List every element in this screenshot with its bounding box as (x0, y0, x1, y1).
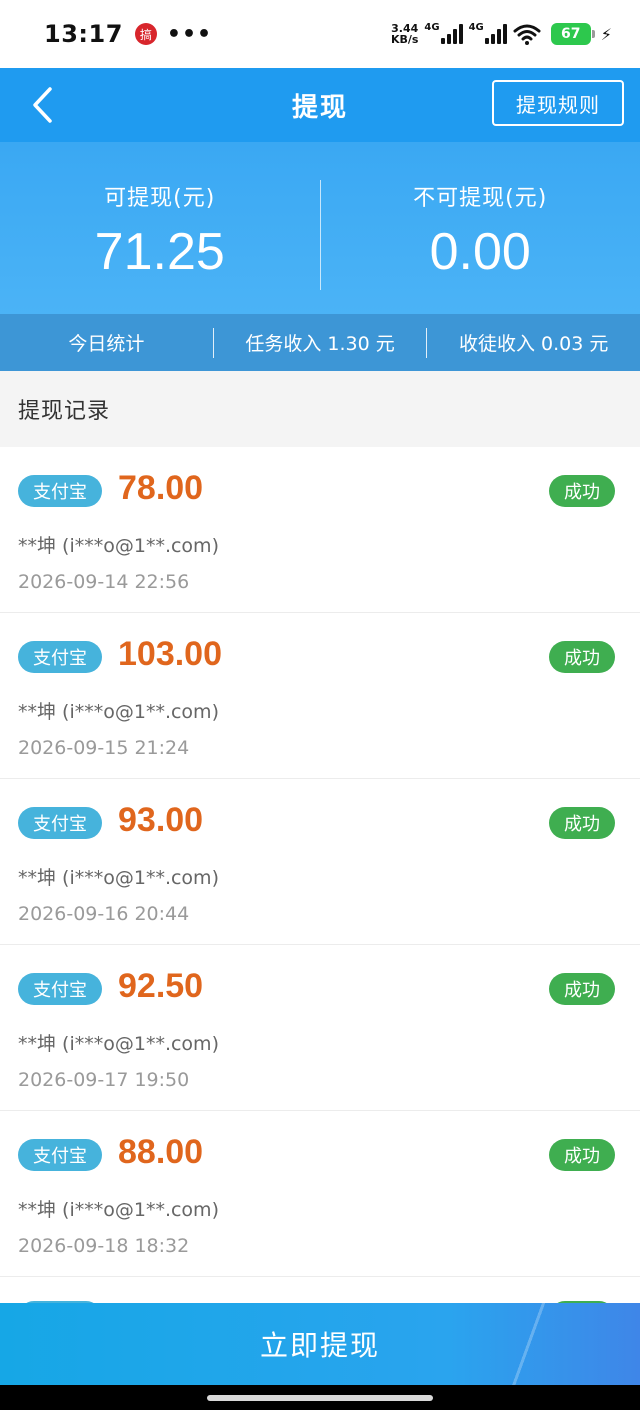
status-time: 13:17 (44, 20, 123, 48)
available-balance-value: 71.25 (94, 223, 225, 281)
record-amount: 92.50 (118, 967, 204, 1005)
record-date: 2026-09-15 21:24 (18, 737, 190, 759)
record-status-badge: 成功 (549, 641, 615, 673)
status-bar: 13:17 搞 ••• 3.44 KB/s 4G 4G 67 ⚡ (0, 0, 640, 68)
record-date: 2026-09-14 22:56 (18, 571, 190, 593)
home-indicator[interactable] (207, 1395, 433, 1401)
payment-method-badge: 支付宝 (18, 475, 102, 507)
today-stats-label: 今日统计 (68, 333, 145, 355)
record-amount: 88.00 (118, 1133, 204, 1171)
more-notifications-icon: ••• (166, 21, 213, 47)
chevron-left-icon (33, 87, 52, 123)
sim1-signal: 4G (424, 22, 463, 44)
unavailable-balance-label: 不可提现(元) (413, 186, 548, 211)
records-header: 提现记录 (0, 371, 640, 447)
available-balance: 可提现(元) 71.25 (0, 142, 320, 314)
payment-method-badge: 支付宝 (18, 973, 102, 1005)
unavailable-balance: 不可提现(元) 0.00 (321, 142, 640, 314)
record-status-badge: 成功 (549, 475, 615, 507)
system-gesture-bar (0, 1385, 640, 1410)
record-item[interactable]: 支付宝 78.00 成功 **坤 (i***o@1**.com) 2026-09… (0, 447, 640, 613)
battery-level: 67 (561, 26, 581, 42)
signal-strength-icon (484, 24, 507, 44)
withdraw-records-list: 支付宝 78.00 成功 **坤 (i***o@1**.com) 2026-09… (0, 447, 640, 1317)
unavailable-balance-value: 0.00 (429, 223, 531, 281)
record-item[interactable]: 支付宝 92.50 成功 **坤 (i***o@1**.com) 2026-09… (0, 945, 640, 1111)
network-speed: 3.44 KB/s (391, 23, 418, 45)
withdraw-rules-button[interactable]: 提现规则 (492, 80, 624, 126)
back-button[interactable] (22, 85, 62, 125)
payment-method-badge: 支付宝 (18, 807, 102, 839)
record-amount: 103.00 (118, 635, 222, 673)
signal-strength-icon (440, 24, 463, 44)
today-stats-strip: 今日统计 任务收入 1.30 元 收徒收入 0.03 元 (0, 314, 640, 371)
record-date: 2026-09-18 18:32 (18, 1235, 190, 1257)
record-amount: 78.00 (118, 469, 204, 507)
sim1-network-type: 4G (424, 22, 440, 33)
record-date: 2026-09-16 20:44 (18, 903, 190, 925)
sim2-network-type: 4G (468, 22, 484, 33)
record-status-badge: 成功 (549, 807, 615, 839)
record-status-badge: 成功 (549, 973, 615, 1005)
record-account: **坤 (i***o@1**.com) (18, 701, 219, 723)
record-account: **坤 (i***o@1**.com) (18, 1033, 219, 1055)
payment-method-badge: 支付宝 (18, 641, 102, 673)
sim2-signal: 4G (468, 22, 507, 44)
withdraw-now-button[interactable]: 立即提现 (0, 1303, 640, 1385)
record-account: **坤 (i***o@1**.com) (18, 1199, 219, 1221)
payment-method-badge: 支付宝 (18, 1139, 102, 1171)
available-balance-label: 可提现(元) (104, 186, 216, 211)
record-amount: 93.00 (118, 801, 204, 839)
network-speed-unit: KB/s (390, 33, 419, 46)
task-income: 任务收入 1.30 元 (245, 333, 395, 355)
record-account: **坤 (i***o@1**.com) (18, 867, 219, 889)
status-indicators: 3.44 KB/s 4G 4G 67 ⚡ (391, 22, 612, 45)
charging-icon: ⚡ (600, 24, 612, 44)
record-item[interactable]: 支付宝 103.00 成功 **坤 (i***o@1**.com) 2026-0… (0, 613, 640, 779)
record-item[interactable]: 支付宝 93.00 成功 **坤 (i***o@1**.com) 2026-09… (0, 779, 640, 945)
balance-panel: 可提现(元) 71.25 不可提现(元) 0.00 (0, 142, 640, 314)
notification-app-icon: 搞 (134, 23, 157, 45)
page-title: 提现 (291, 92, 348, 123)
record-item[interactable]: 支付宝 88.00 成功 **坤 (i***o@1**.com) 2026-09… (0, 1111, 640, 1277)
battery-icon: 67 (550, 23, 595, 45)
record-date: 2026-09-17 19:50 (18, 1069, 190, 1091)
nav-bar: 提现 提现规则 (0, 68, 640, 142)
wifi-icon (513, 24, 541, 45)
records-title: 提现记录 (18, 399, 111, 424)
record-status-badge: 成功 (549, 1139, 615, 1171)
apprentice-income: 收徒收入 0.03 元 (458, 333, 609, 355)
record-account: **坤 (i***o@1**.com) (18, 535, 219, 557)
